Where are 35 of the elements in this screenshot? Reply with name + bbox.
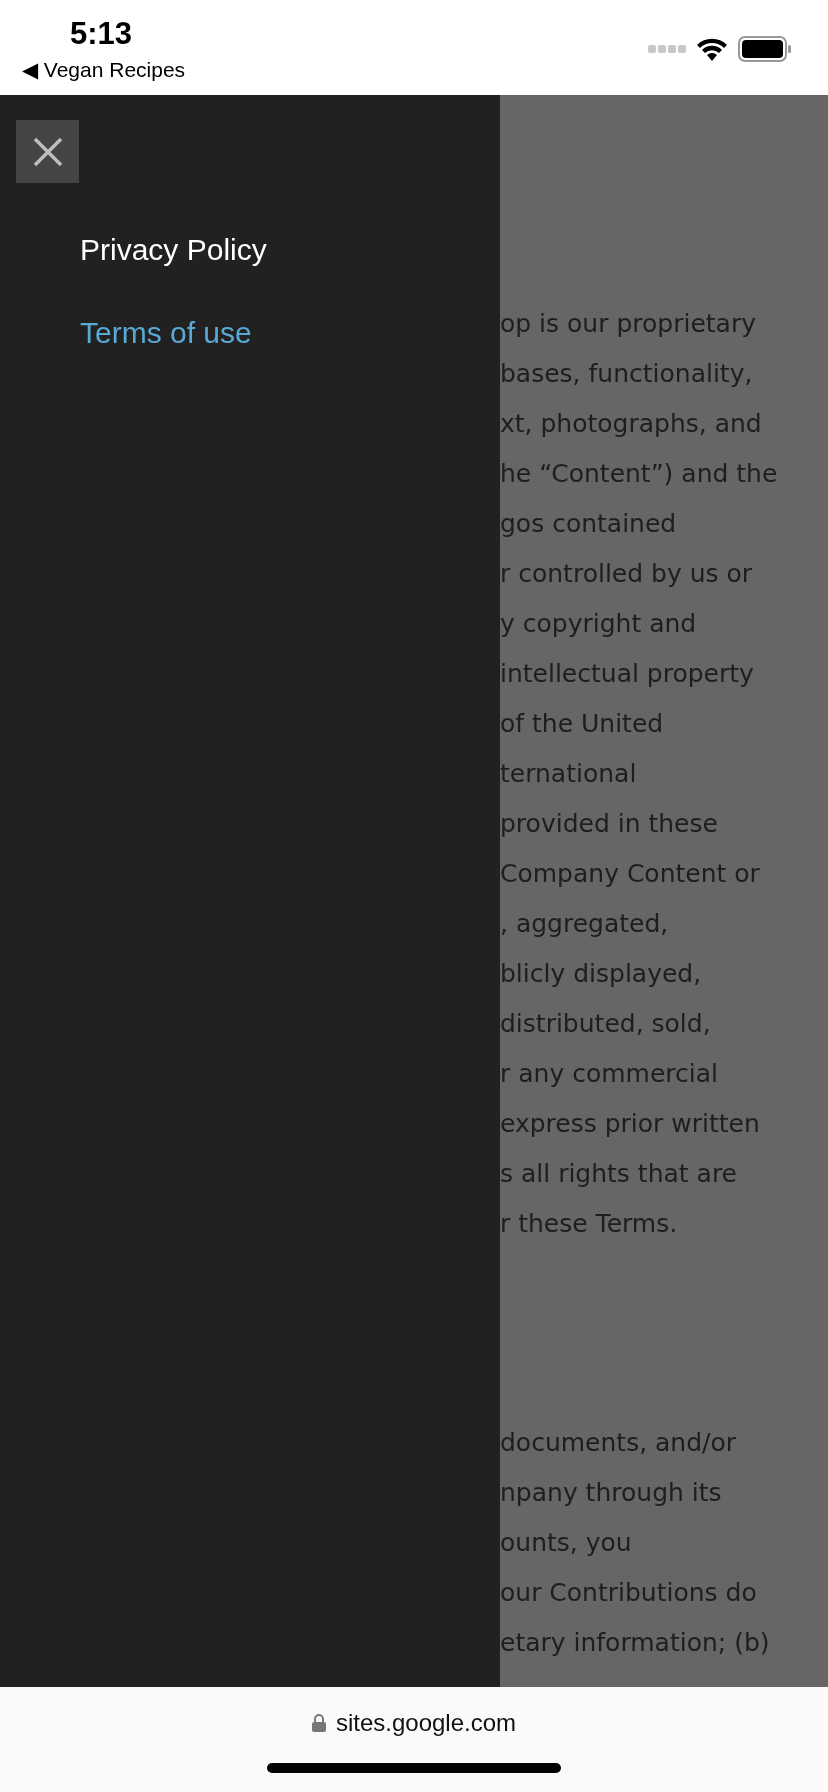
- body-text-line: bases, functionality,: [500, 358, 753, 390]
- body-text-line: , aggregated,: [500, 908, 669, 940]
- body-text-line: r controlled by us or: [500, 558, 753, 590]
- url-text[interactable]: sites.google.com: [335, 1709, 517, 1737]
- body-text-line: op is our proprietary: [500, 308, 756, 340]
- wifi-icon: [696, 37, 728, 61]
- body-text-line: provided in these: [500, 808, 718, 840]
- body-text-line: Company Content or: [500, 858, 760, 890]
- body-text-line: y copyright and: [500, 608, 697, 640]
- body-text-line: blicly displayed,: [500, 958, 702, 990]
- body-text-line: ounts, you: [500, 1527, 632, 1559]
- body-text-line: documents, and/or: [500, 1427, 737, 1459]
- body-text-line: he “Content”) and the: [500, 458, 778, 490]
- body-text-line: distributed, sold,: [500, 1008, 711, 1040]
- body-text-line: our Contributions do: [500, 1577, 757, 1609]
- body-text-line: etary information; (b): [500, 1627, 770, 1659]
- back-to-app-link[interactable]: ◀ Vegan Recipes: [22, 58, 186, 82]
- body-text-line: of the United: [500, 708, 664, 740]
- body-text-line: express prior written: [500, 1108, 760, 1140]
- signal-icon: [648, 44, 686, 54]
- body-text-line: s all rights that are: [500, 1158, 737, 1190]
- menu-link[interactable]: Terms of use: [80, 313, 252, 353]
- body-text-line: ternational: [500, 758, 637, 790]
- battery-icon: [738, 36, 792, 62]
- lock-icon: [311, 1714, 326, 1732]
- body-text-line: r any commercial: [500, 1058, 718, 1090]
- body-text-line: r these Terms.: [500, 1208, 678, 1240]
- close-button[interactable]: [16, 120, 79, 183]
- close-icon: [32, 136, 63, 167]
- status-time: 5:13: [70, 16, 134, 52]
- body-text-line: npany through its: [500, 1477, 722, 1509]
- body-text-line: gos contained: [500, 508, 677, 540]
- body-text-line: intellectual property: [500, 658, 754, 690]
- body-text-line: xt, photographs, and: [500, 408, 762, 440]
- menu-link[interactable]: Privacy Policy: [80, 230, 267, 270]
